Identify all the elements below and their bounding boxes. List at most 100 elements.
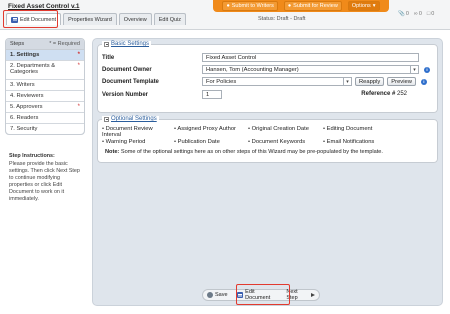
- template-row: Document Template For Policies ▾ Reapply…: [102, 77, 427, 86]
- reference-value: 252: [396, 91, 407, 97]
- attachments-counter[interactable]: 📎 0: [398, 11, 409, 17]
- step-label: 2. Departments & Categories: [10, 63, 56, 75]
- collapse-icon: [104, 116, 109, 122]
- steps-title: Steps: [10, 41, 25, 47]
- links-counter[interactable]: ∞ 0: [414, 11, 422, 17]
- title-input[interactable]: Fixed Asset Control: [202, 53, 419, 62]
- reference-number: Reference # 252: [361, 91, 407, 97]
- step-label: 6. Readers: [10, 115, 39, 121]
- optional-item[interactable]: Publication Date: [174, 139, 240, 145]
- comments-counter[interactable]: □ 0: [427, 11, 434, 17]
- edit-document-button-highlight: [236, 284, 290, 305]
- chevron-down-icon: ▾: [410, 66, 418, 73]
- basic-settings-section: Basic Settings Title Fixed Asset Control…: [97, 41, 438, 113]
- edit-document-tab-highlight: [3, 10, 58, 28]
- optional-settings-legend[interactable]: Optional Settings: [102, 116, 159, 122]
- submit-to-writers-label: Submit to Writers: [231, 3, 274, 9]
- step-settings[interactable]: 1. Settings *: [6, 50, 84, 61]
- step-label: 1. Settings: [10, 52, 40, 58]
- version-row: Version Number 1: [102, 90, 222, 99]
- save-icon: [207, 292, 213, 298]
- title-label: Title: [102, 54, 115, 61]
- reapply-button[interactable]: Reapply: [355, 77, 385, 86]
- top-bar: Fixed Asset Control v.1 ● Submit to Writ…: [0, 0, 450, 30]
- basic-settings-legend[interactable]: Basic Settings: [102, 41, 152, 47]
- step-instructions: Step Instructions: Please provide the ba…: [9, 153, 85, 203]
- user-icon: ●: [226, 3, 230, 9]
- owner-label: Document Owner: [102, 66, 152, 73]
- optional-item[interactable]: Original Creation Date: [248, 126, 315, 138]
- save-button[interactable]: Save: [207, 292, 228, 298]
- instructions-title: Step Instructions:: [9, 153, 55, 159]
- optional-item[interactable]: Warning Period: [102, 139, 166, 145]
- tab-edit-quiz[interactable]: Edit Quiz: [153, 13, 187, 25]
- comments-count: 0: [431, 11, 435, 17]
- optional-item[interactable]: Assigned Proxy Author: [174, 126, 240, 138]
- required-marker: *: [77, 52, 80, 58]
- next-step-button[interactable]: Next Step: [286, 289, 315, 301]
- step-approvers[interactable]: 5. Approvers *: [6, 102, 84, 113]
- step-departments-categories[interactable]: 2. Departments & Categories *: [6, 61, 84, 80]
- collapse-icon: [104, 41, 109, 47]
- play-icon: [311, 293, 315, 297]
- owner-row: Document Owner Hansen, Tom (Accounting M…: [102, 65, 430, 74]
- optional-settings-section: Optional Settings Document Review Interv…: [97, 116, 438, 163]
- chevron-down-icon: ▾: [372, 3, 376, 9]
- note-text: Some of the optional settings here as on…: [119, 149, 383, 155]
- submit-to-writers-button[interactable]: ● Submit to Writers: [222, 1, 278, 11]
- optional-settings-list: Document Review Interval Assigned Proxy …: [102, 126, 385, 145]
- template-label: Document Template: [102, 78, 159, 85]
- attachments-count: 0: [405, 11, 409, 17]
- main-panel: Basic Settings Title Fixed Asset Control…: [92, 38, 443, 306]
- reference-label: Reference #: [361, 91, 396, 97]
- info-icon[interactable]: i: [420, 78, 427, 85]
- optional-item[interactable]: Editing Document: [323, 126, 385, 138]
- info-icon[interactable]: i: [424, 66, 430, 73]
- instructions-text: Please provide the basic settings. Then …: [9, 161, 80, 202]
- note-label: Note:: [105, 149, 120, 155]
- status-text: Status: Draft - Draft: [258, 16, 306, 22]
- optional-item[interactable]: Email Notifications: [323, 139, 385, 145]
- template-select[interactable]: For Policies ▾: [202, 77, 352, 86]
- counters: 📎 0 ∞ 0 □ 0: [398, 11, 434, 17]
- basic-settings-title: Basic Settings: [111, 41, 150, 47]
- preview-button[interactable]: Preview: [387, 77, 416, 86]
- step-label: 3. Writers: [10, 82, 35, 88]
- document-title[interactable]: Fixed Asset Control v.1: [8, 3, 80, 10]
- chevron-down-icon: ▾: [343, 78, 351, 85]
- step-security[interactable]: 7. Security: [6, 124, 84, 134]
- options-dropdown[interactable]: Options ▾: [347, 1, 380, 11]
- tab-properties-wizard[interactable]: Properties Wizard: [63, 13, 117, 25]
- steps-header: Steps * = Required: [6, 39, 84, 50]
- version-label: Version Number: [102, 91, 149, 98]
- optional-item[interactable]: Document Review Interval: [102, 126, 166, 138]
- options-label: Options: [351, 3, 371, 9]
- save-label: Save: [215, 292, 228, 298]
- required-marker: *: [77, 104, 80, 110]
- link-icon: ∞: [413, 11, 418, 17]
- tab-properties-wizard-label: Properties Wizard: [68, 16, 112, 23]
- links-count: 0: [418, 11, 422, 17]
- step-readers[interactable]: 6. Readers: [6, 113, 84, 124]
- step-label: 7. Security: [10, 126, 38, 132]
- optional-note: Note: Some of the optional settings here…: [105, 149, 383, 155]
- user-icon: ●: [287, 3, 292, 9]
- step-label: 5. Approvers: [10, 104, 43, 110]
- version-input[interactable]: 1: [202, 90, 222, 99]
- submit-for-review-button[interactable]: ● Submit for Review: [283, 1, 342, 11]
- tab-overview-label: Overview: [123, 16, 147, 23]
- optional-settings-title: Optional Settings: [111, 116, 157, 122]
- comment-icon: □: [426, 11, 431, 17]
- owner-value: Hansen, Tom (Accounting Manager): [206, 66, 299, 73]
- paperclip-icon: 📎: [398, 11, 405, 17]
- tab-edit-quiz-label: Edit Quiz: [158, 16, 182, 23]
- owner-select[interactable]: Hansen, Tom (Accounting Manager) ▾: [202, 65, 419, 74]
- title-row: Title Fixed Asset Control: [102, 53, 419, 62]
- step-writers[interactable]: 3. Writers: [6, 80, 84, 91]
- required-marker: *: [77, 63, 80, 69]
- step-reviewers[interactable]: 4. Reviewers: [6, 91, 84, 102]
- optional-item[interactable]: Document Keywords: [248, 139, 315, 145]
- step-label: 4. Reviewers: [10, 93, 44, 99]
- tab-overview[interactable]: Overview: [118, 13, 152, 25]
- submit-for-review-label: Submit for Review: [293, 3, 338, 9]
